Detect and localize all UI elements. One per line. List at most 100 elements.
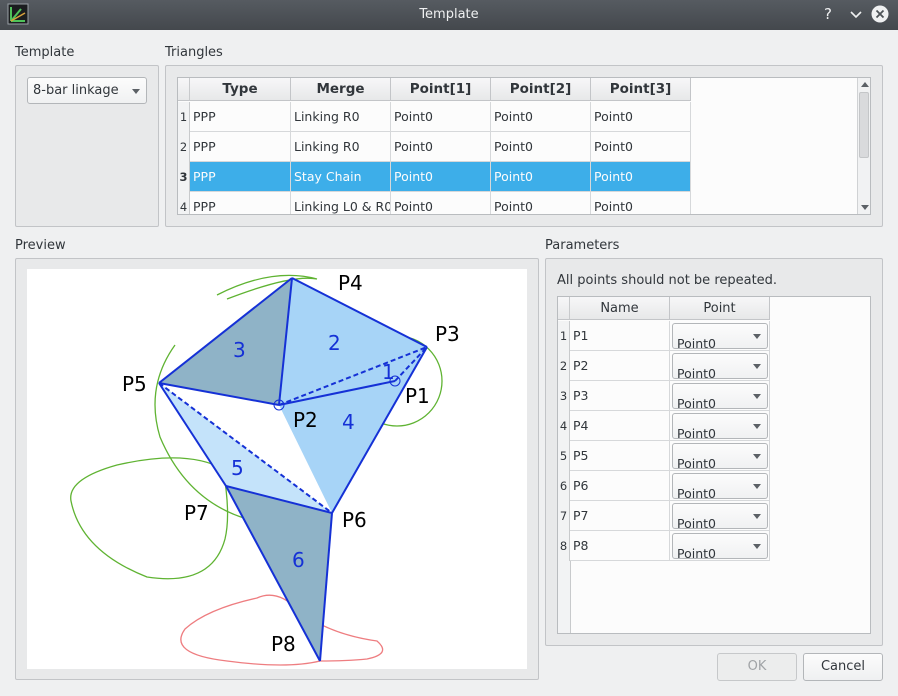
preview-canvas: 3 2 1 4 5 6 P1 P2 P3 P4 P5 P6 P7 P8 xyxy=(27,269,527,669)
table-cell[interactable]: Point0 xyxy=(491,132,591,162)
parameters-group-label: Parameters xyxy=(545,238,620,253)
parameter-point-cell: Point0 xyxy=(670,501,770,531)
row-number[interactable]: 4 xyxy=(558,411,570,441)
triangles-table[interactable]: Type Merge Point[1] Point[2] Point[3] 1 … xyxy=(177,77,871,215)
table-cell[interactable]: Point0 xyxy=(491,102,591,132)
row-number-selected[interactable]: 3 xyxy=(178,162,190,192)
row-number[interactable]: 4 xyxy=(178,192,190,214)
column-header-point1[interactable]: Point[1] xyxy=(391,78,491,101)
table-cell[interactable]: Point0 xyxy=(591,132,691,162)
table-cell[interactable]: Linking R0 xyxy=(291,102,391,132)
chevron-down-icon xyxy=(753,484,761,489)
ok-button[interactable]: OK xyxy=(717,653,797,681)
parameter-point-cell: Point0 xyxy=(670,411,770,441)
table-cell[interactable]: Point0 xyxy=(591,192,691,214)
parameter-name-cell[interactable]: P2 xyxy=(570,351,670,381)
point-label-p8: P8 xyxy=(271,632,296,656)
template-combo[interactable]: 8-bar linkage xyxy=(27,77,147,104)
parameter-point-cell: Point0 xyxy=(670,441,770,471)
table-cell-selected[interactable]: PPP xyxy=(190,162,291,192)
point-label-p7: P7 xyxy=(184,501,209,525)
parameters-table[interactable]: Name Point 1 P1 Point0 2 P2 Point0 3 P3 Point0 4 P… xyxy=(557,296,871,634)
scroll-down-icon[interactable] xyxy=(861,205,869,210)
table-cell[interactable]: Linking L0 & R0 xyxy=(291,192,391,214)
triangle-number-6: 6 xyxy=(292,548,305,572)
row-number[interactable]: 2 xyxy=(558,351,570,381)
window-title: Template xyxy=(419,7,479,22)
table-cell[interactable]: Point0 xyxy=(391,132,491,162)
parameter-point-value: Point0 xyxy=(677,486,716,501)
parameter-name-cell[interactable]: P1 xyxy=(570,321,670,351)
parameter-name-cell[interactable]: P4 xyxy=(570,411,670,441)
table-cell[interactable]: Point0 xyxy=(491,192,591,214)
template-group-label: Template xyxy=(15,45,75,60)
row-header-filler xyxy=(558,561,571,633)
column-header-point2[interactable]: Point[2] xyxy=(491,78,591,101)
scroll-up-icon[interactable] xyxy=(861,82,869,87)
row-number[interactable]: 2 xyxy=(178,132,190,162)
chevron-down-icon xyxy=(753,394,761,399)
point-label-p5: P5 xyxy=(122,372,147,396)
row-number[interactable]: 7 xyxy=(558,501,570,531)
parameter-name-cell[interactable]: P3 xyxy=(570,381,670,411)
minimize-chevron-icon[interactable] xyxy=(846,4,866,24)
row-number[interactable]: 5 xyxy=(558,441,570,471)
parameter-point-combo[interactable]: Point0 xyxy=(672,503,768,530)
column-header-name[interactable]: Name xyxy=(570,297,670,320)
parameter-point-cell: Point0 xyxy=(670,531,770,561)
row-number[interactable]: 6 xyxy=(558,471,570,501)
row-number[interactable]: 8 xyxy=(558,531,570,561)
table-cell[interactable]: Point0 xyxy=(591,102,691,132)
table-cell-selected[interactable]: Stay Chain xyxy=(291,162,391,192)
table-cell-selected[interactable]: Point0 xyxy=(491,162,591,192)
triangle-number-4: 4 xyxy=(342,410,355,434)
help-icon[interactable]: ? xyxy=(824,5,832,23)
parameters-note: All points should not be repeated. xyxy=(557,273,778,288)
scrollbar-thumb[interactable] xyxy=(859,92,869,158)
parameter-point-combo[interactable]: Point0 xyxy=(672,533,768,561)
triangles-group-label: Triangles xyxy=(165,45,223,60)
row-number[interactable]: 1 xyxy=(178,102,190,132)
close-icon[interactable] xyxy=(870,4,890,24)
parameter-name-cell[interactable]: P8 xyxy=(570,531,670,561)
parameter-name-cell[interactable]: P5 xyxy=(570,441,670,471)
parameter-point-combo[interactable]: Point0 xyxy=(672,473,768,501)
triangle-number-1: 1 xyxy=(382,360,395,384)
table-cell[interactable]: Point0 xyxy=(391,102,491,132)
parameter-name-cell[interactable]: P7 xyxy=(570,501,670,531)
table-cell[interactable]: PPP xyxy=(190,102,291,132)
chevron-down-icon xyxy=(132,89,140,94)
row-number[interactable]: 1 xyxy=(558,321,570,351)
table-cell-selected[interactable]: Point0 xyxy=(591,162,691,192)
cancel-button[interactable]: Cancel xyxy=(803,653,883,681)
triangle-number-2: 2 xyxy=(328,331,341,355)
table-cell[interactable]: Linking R0 xyxy=(291,132,391,162)
linkage-preview-drawing: 3 2 1 4 5 6 P1 P2 P3 P4 P5 P6 P7 P8 xyxy=(70,271,460,666)
parameter-point-combo[interactable]: Point0 xyxy=(672,353,768,380)
point-label-p6: P6 xyxy=(342,508,367,532)
title-bar: Template ? xyxy=(0,0,898,30)
table-cell[interactable]: Point0 xyxy=(391,192,491,214)
parameter-point-value: Point0 xyxy=(677,546,716,561)
chevron-down-icon xyxy=(753,544,761,549)
point-label-p1: P1 xyxy=(405,384,430,408)
table-cell[interactable]: PPP xyxy=(190,192,291,214)
parameter-point-combo[interactable]: Point0 xyxy=(672,323,768,350)
vertical-scrollbar[interactable] xyxy=(857,78,870,214)
table-corner xyxy=(178,78,190,101)
point-label-p4: P4 xyxy=(338,271,363,295)
point-label-p2: P2 xyxy=(293,408,318,432)
parameter-point-combo[interactable]: Point0 xyxy=(672,413,768,440)
column-header-point[interactable]: Point xyxy=(670,297,770,320)
column-header-merge[interactable]: Merge xyxy=(291,78,391,101)
parameter-point-combo[interactable]: Point0 xyxy=(672,443,768,470)
parameter-name-cell[interactable]: P6 xyxy=(570,471,670,501)
table-cell[interactable]: PPP xyxy=(190,132,291,162)
triangle-number-3: 3 xyxy=(233,338,246,362)
chevron-down-icon xyxy=(753,334,761,339)
row-number[interactable]: 3 xyxy=(558,381,570,411)
parameter-point-combo[interactable]: Point0 xyxy=(672,383,768,410)
column-header-type[interactable]: Type xyxy=(190,78,291,101)
table-cell-selected[interactable]: Point0 xyxy=(391,162,491,192)
column-header-point3[interactable]: Point[3] xyxy=(591,78,691,101)
